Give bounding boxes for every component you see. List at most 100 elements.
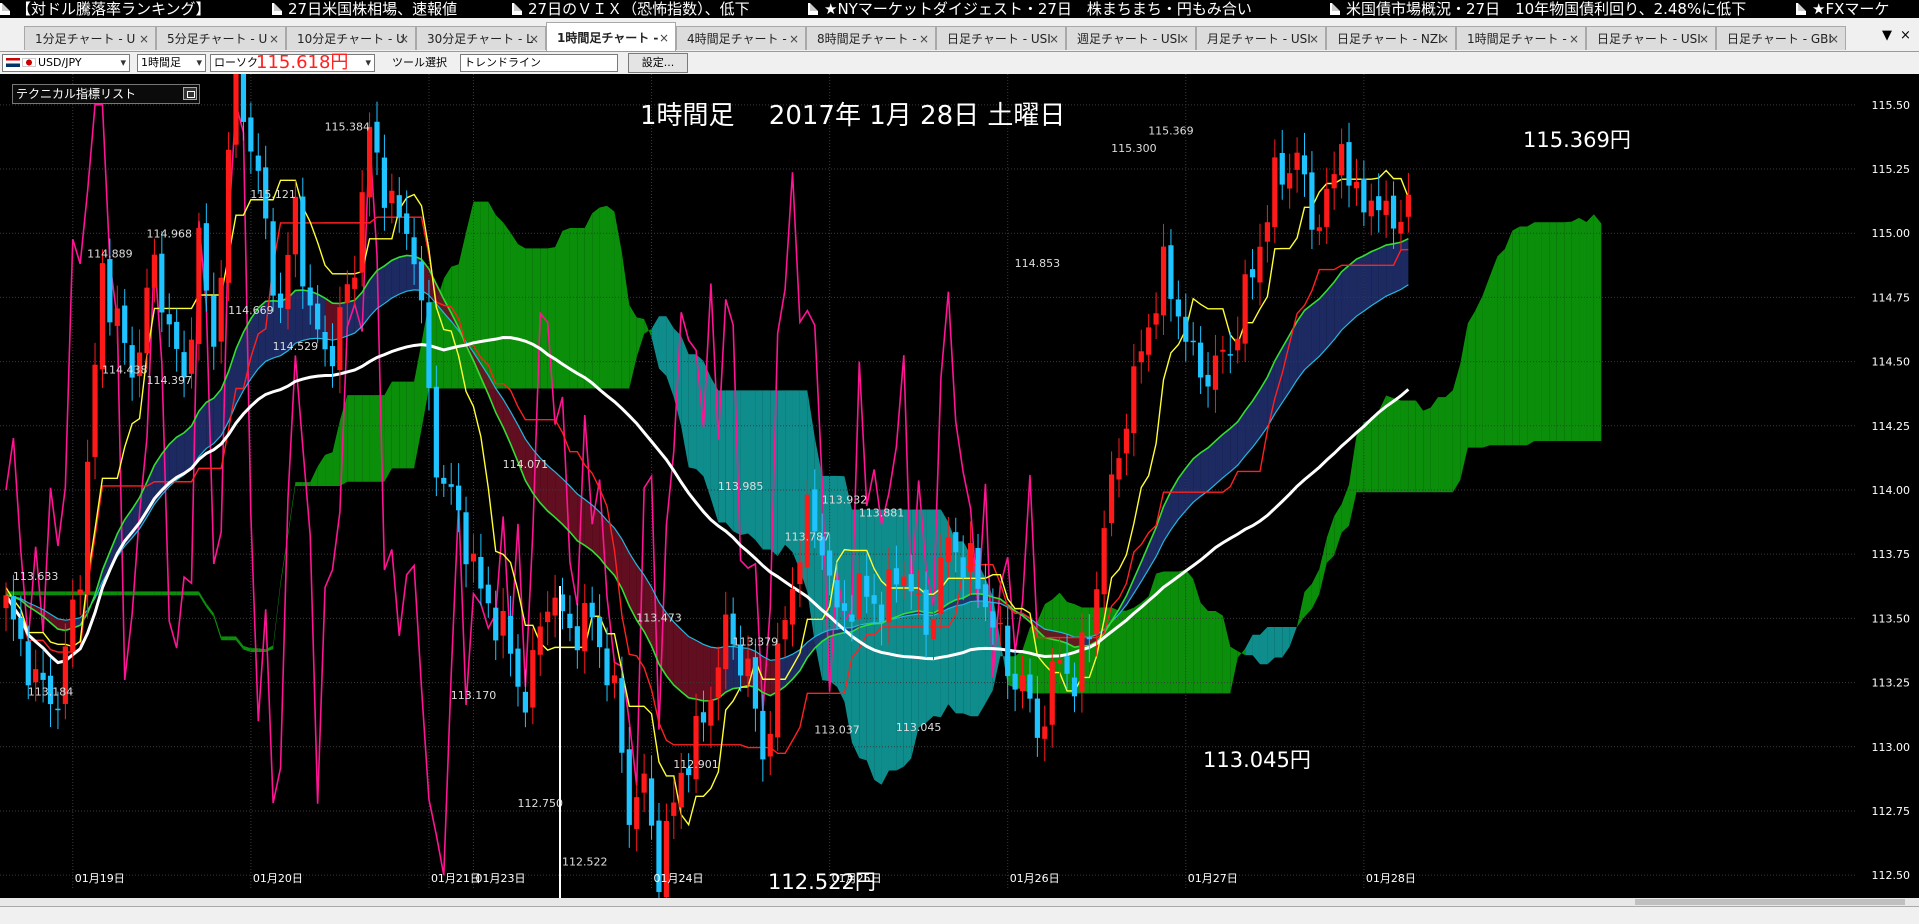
candle-body — [218, 277, 224, 342]
candle-body — [270, 221, 276, 296]
ichimoku-cloud-segment — [295, 482, 303, 486]
tab-4hour-chart[interactable]: 4時間足チャート - × — [676, 26, 806, 50]
tab-8hour-chart[interactable]: 8時間足チャート - × — [806, 26, 936, 50]
x-tick-label: 01月21日 — [431, 872, 481, 885]
candle-body — [700, 712, 707, 723]
news-item[interactable]: ★NYマーケットダイジェスト・27日 株まちまち・円もみ合い — [808, 0, 1252, 18]
candle-body — [144, 287, 150, 354]
tab-daily-chart[interactable]: 日足チャート - USI × — [936, 26, 1066, 50]
close-icon[interactable]: × — [789, 27, 799, 50]
news-item[interactable]: ★FXマーケ — [1796, 0, 1889, 18]
candle-body — [893, 568, 899, 585]
close-icon[interactable]: × — [399, 27, 409, 50]
trend-band-segment — [1326, 281, 1335, 349]
trend-band-segment — [295, 290, 303, 344]
restore-icon[interactable] — [183, 87, 197, 100]
price-value-label: 113.787 — [785, 531, 831, 544]
drawing-tool-field[interactable]: トレンドライン — [460, 54, 618, 72]
tab-daily-chart-2[interactable]: 日足チャート - USI × — [1586, 26, 1716, 50]
flag-icon — [6, 58, 20, 67]
close-window-icon[interactable]: × — [1900, 28, 1911, 43]
candle-body — [448, 484, 454, 487]
candle-body — [782, 620, 788, 640]
close-icon[interactable]: × — [1179, 27, 1189, 50]
close-icon[interactable]: × — [919, 27, 929, 50]
ichimoku-cloud-segment — [1586, 214, 1594, 441]
candle-body — [292, 196, 298, 255]
close-icon[interactable]: × — [1049, 27, 1059, 50]
close-icon[interactable]: × — [139, 27, 149, 50]
chart-area[interactable]: 113.633 113.184 114.889 114.438 114.968 114.3… — [0, 74, 1919, 904]
tab-5min-chart[interactable]: 5分足チャート - U × — [156, 26, 286, 50]
document-icon — [512, 3, 522, 15]
close-icon[interactable]: × — [659, 23, 669, 51]
ichimoku-cloud-segment — [1534, 222, 1542, 441]
tab-monthly-chart[interactable]: 月足チャート - USI × — [1196, 26, 1326, 50]
candle-body — [1383, 200, 1389, 215]
candle-body — [55, 708, 61, 711]
candle-body — [626, 749, 632, 825]
close-icon[interactable]: × — [1309, 27, 1319, 50]
y-tick-label: 112.50 — [1872, 869, 1911, 882]
candle-body — [277, 293, 284, 308]
news-item[interactable]: 27日米国株相場、速報値 — [272, 0, 457, 18]
ichimoku-cloud-segment — [1512, 226, 1520, 446]
candle-body — [1198, 342, 1204, 378]
trend-band-segment — [681, 629, 689, 698]
price-value-label: 113.473 — [636, 611, 682, 624]
close-icon[interactable]: × — [1569, 27, 1579, 50]
news-item[interactable]: 27日のＶＩＸ（恐怖指数）、低下 — [512, 0, 750, 18]
candle-body — [1279, 152, 1285, 185]
tab-1hour-chart-2[interactable]: 1時間足チャート - × — [1456, 26, 1586, 50]
news-item[interactable]: 【対ドル騰落率ランキング】 — [0, 0, 211, 18]
price-value-label: 113.379 — [733, 635, 779, 648]
candle-body — [40, 672, 46, 680]
close-icon[interactable]: × — [529, 27, 539, 50]
news-ticker: 【対ドル騰落率ランキング】 27日米国株相場、速報値 27日のＶＩＸ（恐怖指数）… — [0, 0, 1919, 18]
candle-body — [871, 595, 877, 604]
flag-icon — [22, 58, 36, 67]
candle-body — [968, 543, 974, 573]
tab-30min-chart[interactable]: 30分足チャート - L × — [416, 26, 546, 50]
candle-body — [300, 196, 306, 287]
candle-body — [1101, 528, 1107, 595]
candle-body — [1301, 155, 1308, 175]
candle-body — [1287, 173, 1293, 189]
close-icon[interactable]: × — [1829, 27, 1839, 50]
tab-weekly-chart[interactable]: 週足チャート - USI × — [1066, 26, 1196, 50]
candle-body — [678, 772, 684, 808]
tab-daily-nzd-chart[interactable]: 日足チャート - NZI × — [1326, 26, 1456, 50]
price-value-label: 114.071 — [503, 458, 549, 471]
tab-1hour-chart[interactable]: 1時間足チャート - × — [546, 22, 676, 51]
close-icon[interactable]: × — [1439, 27, 1449, 50]
close-icon[interactable]: × — [269, 27, 279, 50]
tab-daily-gbp-chart[interactable]: 日足チャート - GBI × — [1716, 26, 1846, 50]
ichimoku-cloud-segment — [584, 213, 593, 389]
y-tick-label: 113.50 — [1872, 612, 1911, 625]
close-icon[interactable]: × — [1699, 27, 1709, 50]
scrollbar-thumb[interactable] — [1635, 899, 1905, 905]
ichimoku-cloud-segment — [1163, 571, 1171, 694]
ichimoku-cloud-segment — [1222, 615, 1231, 694]
trend-band-segment — [688, 636, 697, 700]
ichimoku-cloud-segment — [1193, 578, 1201, 694]
candle-body — [1405, 194, 1411, 217]
tab-1min-chart[interactable]: 1分足チャート - U × — [24, 26, 156, 50]
candle-body — [723, 614, 729, 670]
candle-body — [1153, 313, 1159, 325]
tab-10min-chart[interactable]: 10分足チャート - U × — [286, 26, 416, 50]
ichimoku-cloud-segment — [1326, 516, 1335, 563]
timeframe-select[interactable]: 1時間足 — [137, 54, 206, 72]
horizontal-scrollbar[interactable] — [0, 898, 1919, 906]
ichimoku-cloud-segment — [710, 377, 719, 523]
ichimoku-cloud-segment — [607, 205, 615, 389]
technical-indicator-list[interactable]: テクニカル指標リスト — [12, 84, 200, 104]
currency-pair-select[interactable]: USD/JPY — [2, 54, 130, 72]
y-tick-label: 115.25 — [1872, 163, 1911, 176]
tab-menu-icon[interactable]: ▼ — [1882, 28, 1892, 43]
settings-button[interactable]: 設定... — [628, 53, 688, 73]
price-value-label: 115.369 — [1148, 124, 1194, 137]
news-item[interactable]: 米国債市場概況・27日 10年物国債利回り、2.48%に低下 — [1330, 0, 1746, 18]
candle-body — [233, 74, 239, 145]
trend-band-segment — [1200, 447, 1209, 497]
